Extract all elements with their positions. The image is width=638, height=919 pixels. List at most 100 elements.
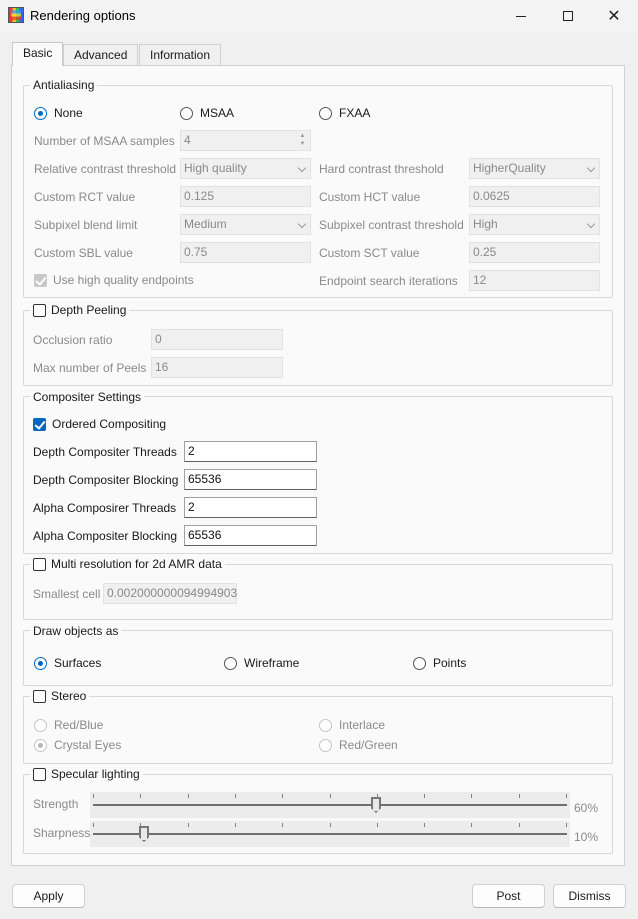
maximize-button[interactable] xyxy=(545,0,591,32)
radio-indicator xyxy=(34,718,47,732)
msaa-samples-label: Number of MSAA samples xyxy=(34,134,175,148)
sbl-combo[interactable]: Medium xyxy=(180,214,311,235)
smallest-cell-input[interactable]: 0.002000000094994903 xyxy=(103,583,237,604)
slider-tick xyxy=(93,794,94,798)
draw-points-radio[interactable]: Points xyxy=(413,656,466,670)
depth-blocking-label: Depth Compositer Blocking xyxy=(33,473,179,487)
depth-threads-input[interactable]: 2 xyxy=(184,441,317,462)
slider-tick xyxy=(282,823,283,827)
draw-wireframe-radio[interactable]: Wireframe xyxy=(224,656,299,670)
slider-tick xyxy=(377,823,378,827)
sharpness-slider[interactable] xyxy=(93,823,567,843)
slider-tick xyxy=(330,823,331,827)
checkbox-indicator xyxy=(33,417,46,431)
radio-indicator xyxy=(34,106,47,120)
chevron-down-icon xyxy=(586,219,596,229)
chevron-down-icon xyxy=(297,163,307,173)
radio-indicator xyxy=(224,656,237,670)
rct-combo[interactable]: High quality xyxy=(180,158,311,179)
radio-indicator xyxy=(34,738,47,752)
hq-endpoints-checkbox[interactable]: Use high quality endpoints xyxy=(34,273,194,287)
specular-checkbox[interactable]: Specular lighting xyxy=(30,767,143,781)
checkbox-indicator xyxy=(33,303,46,317)
radio-indicator xyxy=(319,718,332,732)
aa-fxaa-radio[interactable]: FXAA xyxy=(319,106,370,120)
checkbox-indicator xyxy=(33,767,46,781)
multires-checkbox[interactable]: Multi resolution for 2d AMR data xyxy=(30,557,225,571)
custom-rct-input[interactable]: 0.125 xyxy=(180,186,311,207)
maximize-icon xyxy=(563,11,573,21)
stereo-group xyxy=(23,696,613,764)
sharpness-value: 10% xyxy=(574,830,599,844)
sct-combo[interactable]: High xyxy=(469,214,600,235)
tab-information[interactable]: Information xyxy=(139,44,222,66)
minimize-button[interactable] xyxy=(498,0,544,32)
draw-as-title: Draw objects as xyxy=(30,624,122,638)
custom-hct-input[interactable]: 0.0625 xyxy=(469,186,600,207)
slider-tick xyxy=(93,823,94,827)
depth-blocking-input[interactable]: 65536 xyxy=(184,469,317,490)
occlusion-input[interactable]: 0 xyxy=(151,329,283,350)
slider-ticks xyxy=(93,794,567,798)
slider-rail xyxy=(93,804,567,806)
custom-hct-label: Custom HCT value xyxy=(319,190,421,204)
msaa-samples-spinbox[interactable]: 4 ▲ ▼ xyxy=(180,130,311,151)
stereo-crystal-eyes-radio[interactable]: Crystal Eyes xyxy=(34,738,121,752)
draw-as-group xyxy=(23,630,613,686)
max-peels-label: Max number of Peels xyxy=(33,361,147,375)
slider-tick xyxy=(235,794,236,798)
checkbox-indicator xyxy=(33,557,46,571)
slider-handle[interactable] xyxy=(139,826,149,842)
custom-rct-label: Custom RCT value xyxy=(34,190,136,204)
post-button[interactable]: Post xyxy=(472,884,545,908)
slider-handle[interactable] xyxy=(371,797,381,813)
endpoint-iter-input[interactable]: 12 xyxy=(469,270,600,291)
radio-indicator xyxy=(34,656,47,670)
close-button[interactable]: ✕ xyxy=(591,0,637,32)
close-icon: ✕ xyxy=(607,8,621,25)
radio-indicator xyxy=(413,656,426,670)
max-peels-input[interactable]: 16 xyxy=(151,357,283,378)
alpha-threads-input[interactable]: 2 xyxy=(184,497,317,518)
slider-tick xyxy=(140,794,141,798)
radio-indicator xyxy=(319,738,332,752)
rct-label: Relative contrast threshold xyxy=(34,162,177,176)
alpha-blocking-input[interactable]: 65536 xyxy=(184,525,317,546)
smallest-cell-label: Smallest cell xyxy=(33,587,101,601)
antialiasing-title: Antialiasing xyxy=(30,78,98,92)
hct-label: Hard contrast threshold xyxy=(319,162,444,176)
slider-rail xyxy=(93,833,567,835)
draw-surfaces-radio[interactable]: Surfaces xyxy=(34,656,101,670)
dismiss-button[interactable]: Dismiss xyxy=(553,884,626,908)
depth-peeling-checkbox[interactable]: Depth Peeling xyxy=(30,303,130,317)
stereo-interlace-radio[interactable]: Interlace xyxy=(319,718,385,732)
endpoint-iter-label: Endpoint search iterations xyxy=(319,274,458,288)
slider-tick xyxy=(471,794,472,798)
ordered-compositing-checkbox[interactable]: Ordered Compositing xyxy=(33,417,166,431)
checkbox-indicator xyxy=(34,273,47,287)
apply-button[interactable]: Apply xyxy=(12,884,85,908)
tab-basic[interactable]: Basic xyxy=(12,42,64,66)
slider-tick xyxy=(330,794,331,798)
stereo-checkbox[interactable]: Stereo xyxy=(30,689,90,703)
custom-sct-input[interactable]: 0.25 xyxy=(469,242,600,263)
slider-tick xyxy=(424,794,425,798)
slider-tick xyxy=(519,823,520,827)
radio-indicator xyxy=(319,106,332,120)
aa-none-radio[interactable]: None xyxy=(34,106,83,120)
slider-tick xyxy=(235,823,236,827)
tab-advanced[interactable]: Advanced xyxy=(63,44,139,66)
stereo-red-green-radio[interactable]: Red/Green xyxy=(319,738,398,752)
aa-msaa-radio[interactable]: MSAA xyxy=(180,106,234,120)
depth-threads-label: Depth Compositer Threads xyxy=(33,445,177,459)
slider-tick xyxy=(188,794,189,798)
window-title: Rendering options xyxy=(30,8,136,23)
custom-sbl-label: Custom SBL value xyxy=(34,246,133,260)
app-icon xyxy=(8,7,24,23)
strength-slider[interactable] xyxy=(93,794,567,814)
custom-sbl-input[interactable]: 0.75 xyxy=(180,242,311,263)
strength-label: Strength xyxy=(33,797,79,811)
hct-combo[interactable]: HigherQuality xyxy=(469,158,600,179)
stereo-red-blue-radio[interactable]: Red/Blue xyxy=(34,718,103,732)
spin-arrows[interactable]: ▲ ▼ xyxy=(297,132,308,149)
